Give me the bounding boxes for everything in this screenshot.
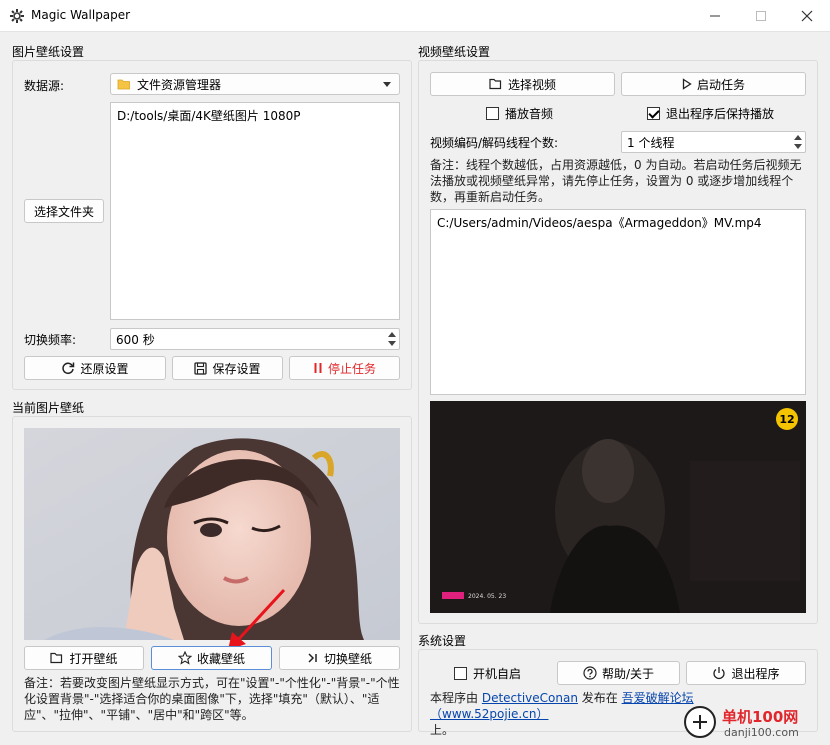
watermark-logo-icon	[684, 706, 716, 738]
spin-arrows-icon[interactable]	[792, 133, 804, 151]
chevron-down-icon	[383, 82, 391, 87]
restore-label: 还原设置	[80, 361, 129, 376]
current-wallpaper-title: 当前图片壁纸	[12, 401, 85, 415]
pause-icon	[314, 363, 322, 373]
help-icon	[583, 666, 597, 680]
spin-arrows-icon[interactable]	[386, 330, 398, 348]
interval-label: 切换频率:	[24, 333, 77, 347]
close-button[interactable]	[784, 0, 830, 32]
select-folder-label: 选择文件夹	[33, 204, 94, 219]
interval-value: 600 秒	[116, 332, 155, 347]
annotation-arrow-icon	[228, 588, 286, 650]
list-item[interactable]: C:/Users/admin/Videos/aespa《Armageddon》M…	[437, 215, 799, 231]
video-settings-title: 视频壁纸设置	[418, 45, 491, 59]
refresh-icon	[62, 362, 75, 375]
close-icon	[801, 10, 813, 22]
favorite-wallpaper-button[interactable]: 收藏壁纸	[151, 646, 272, 670]
skip-next-icon	[308, 653, 317, 663]
switch-wallpaper-label: 切换壁纸	[323, 651, 372, 666]
checkbox-checked-icon[interactable]	[647, 107, 660, 120]
wallpaper-image	[24, 428, 400, 640]
open-wallpaper-button[interactable]: 打开壁纸	[24, 646, 144, 670]
site-watermark: 单机100网 danji100.com	[684, 706, 826, 744]
autostart-label: 开机自启	[473, 667, 522, 681]
maximize-icon	[756, 11, 766, 21]
start-task-label: 启动任务	[696, 77, 745, 92]
wallpaper-preview	[24, 428, 400, 640]
star-icon	[177, 651, 192, 665]
gear-icon	[10, 9, 24, 23]
age-rating-badge: 12	[776, 408, 798, 430]
play-audio-checkbox[interactable]: 播放音频	[486, 105, 553, 122]
exit-program-button[interactable]: 退出程序	[686, 661, 806, 685]
select-folder-button[interactable]: 选择文件夹	[24, 199, 104, 223]
list-item[interactable]: D:/tools/桌面/4K壁纸图片 1080P	[117, 108, 393, 124]
title-bar: Magic Wallpaper	[0, 0, 830, 32]
power-icon	[713, 667, 726, 680]
author-link[interactable]: DetectiveConan	[482, 691, 578, 705]
footer-prefix: 本程序由	[430, 691, 482, 705]
video-date-watermark: 2024. 05. 23	[468, 593, 507, 600]
watermark-url: danji100.com	[724, 726, 799, 739]
exit-program-label: 退出程序	[731, 666, 780, 681]
minimize-button[interactable]	[692, 0, 738, 32]
footer-mid: 发布在	[577, 691, 622, 705]
folder-icon	[117, 79, 130, 90]
open-wallpaper-label: 打开壁纸	[69, 651, 118, 666]
interval-spinbox[interactable]: 600 秒	[110, 328, 400, 350]
video-preview: 12 2024. 05. 23	[430, 401, 806, 613]
video-list[interactable]: C:/Users/admin/Videos/aespa《Armageddon》M…	[430, 209, 806, 395]
stop-task-button[interactable]: 停止任务	[289, 356, 400, 380]
window-title: Magic Wallpaper	[31, 8, 131, 22]
help-about-button[interactable]: 帮助/关于	[557, 661, 680, 685]
watermark-name: 单机100网	[722, 708, 799, 726]
keep-playing-checkbox[interactable]: 退出程序后保持播放	[647, 105, 774, 122]
threads-spinbox[interactable]: 1 个线程	[621, 131, 806, 153]
threads-value: 1 个线程	[627, 135, 675, 150]
select-video-button[interactable]: 选择视频	[430, 72, 615, 96]
video-note: 备注：线程个数越低，占用资源越低，0 为自动。若启动任务后视频无法播放或视频壁纸…	[430, 158, 802, 204]
source-select[interactable]: 文件资源管理器	[110, 73, 400, 95]
maximize-button[interactable]	[738, 0, 784, 32]
folder-open-icon	[489, 78, 502, 90]
restore-settings-button[interactable]: 还原设置	[24, 356, 166, 380]
save-settings-button[interactable]: 保存设置	[172, 356, 283, 380]
threads-label: 视频编码/解码线程个数:	[430, 136, 559, 150]
favorite-wallpaper-label: 收藏壁纸	[196, 651, 245, 666]
save-icon	[194, 361, 208, 375]
save-label: 保存设置	[212, 361, 261, 376]
checkbox-icon[interactable]	[454, 667, 467, 680]
autostart-checkbox[interactable]: 开机自启	[454, 665, 521, 682]
select-video-label: 选择视频	[507, 77, 556, 92]
source-label: 数据源:	[24, 79, 65, 93]
help-about-label: 帮助/关于	[601, 666, 655, 681]
image-settings-title: 图片壁纸设置	[12, 45, 85, 59]
play-audio-label: 播放音频	[505, 107, 554, 121]
system-settings-title: 系统设置	[418, 634, 467, 648]
stop-label: 停止任务	[327, 361, 376, 376]
checkbox-icon[interactable]	[486, 107, 499, 120]
folder-list[interactable]: D:/tools/桌面/4K壁纸图片 1080P	[110, 102, 400, 320]
channel-logo	[442, 592, 464, 599]
keep-playing-label: 退出程序后保持播放	[666, 107, 775, 121]
video-frame	[430, 401, 806, 613]
source-value: 文件资源管理器	[137, 77, 222, 92]
footer-suffix: 上。	[430, 723, 455, 737]
switch-wallpaper-button[interactable]: 切换壁纸	[279, 646, 400, 670]
play-icon	[682, 78, 692, 90]
wallpaper-note: 备注：若要改变图片壁纸显示方式，可在"设置"-"个性化"-"背景"-"个性化设置…	[24, 676, 400, 722]
start-task-button[interactable]: 启动任务	[621, 72, 806, 96]
folder-open-icon	[50, 652, 63, 664]
minimize-icon	[710, 15, 720, 17]
